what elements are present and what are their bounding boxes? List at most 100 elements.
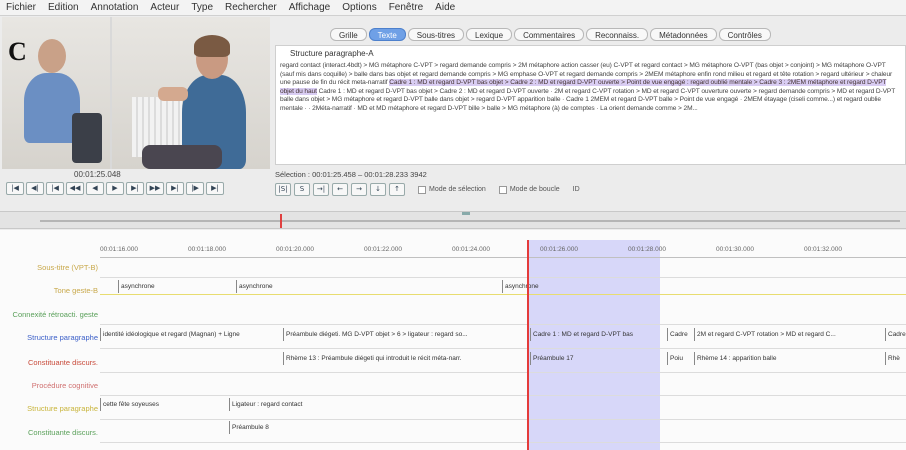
transport-button-1[interactable]: |◀ — [6, 182, 24, 195]
selection-controls: |S| S →| ← → ↓ ↑ Mode de sélection Mode … — [275, 183, 580, 196]
timeline-overview[interactable] — [0, 211, 906, 229]
menu-annotation[interactable]: Annotation — [91, 2, 139, 13]
annotation-constituante[interactable]: Rhè — [885, 352, 906, 365]
panel-letter: C — [8, 37, 27, 66]
mode-boucle-checkbox[interactable]: Mode de boucle — [498, 185, 560, 194]
timeline-panel[interactable]: 00:01:16.000 00:01:18.000 00:01:20.000 0… — [0, 230, 906, 450]
sel-button-6[interactable]: ↓ — [370, 183, 386, 196]
ruler-tick: 00:01:22.000 — [364, 246, 402, 253]
menu-options[interactable]: Options — [342, 2, 376, 13]
video-timecode: 00:01:25.048 — [74, 170, 121, 179]
annotation-tone[interactable]: asynchrone — [502, 280, 602, 293]
overview-track — [40, 220, 900, 222]
annotation-constituante[interactable]: Rhème 14 : apparition balle — [694, 352, 884, 365]
annotation-constituante[interactable]: Poiu — [667, 352, 693, 365]
sel-button-1[interactable]: |S| — [275, 183, 291, 196]
ruler-tick: 00:01:20.000 — [276, 246, 314, 253]
ruler-tick: 00:01:16.000 — [100, 246, 138, 253]
tab-metadonnees[interactable]: Métadonnées — [650, 28, 717, 41]
tier-row-line — [100, 442, 906, 443]
ruler-tick: 00:01:24.000 — [452, 246, 490, 253]
tier-label-tone[interactable]: Tone geste-B — [2, 286, 98, 295]
sel-button-4[interactable]: ← — [332, 183, 348, 196]
tier-row-line — [100, 324, 906, 325]
tab-lexique[interactable]: Lexique — [466, 28, 513, 41]
tier-label-structure-2[interactable]: Structure paragraphe — [2, 404, 98, 413]
tier-label-procedure[interactable]: Procédure cognitive — [2, 381, 98, 390]
tier-row-line — [100, 277, 906, 278]
overview-cursor[interactable] — [280, 214, 282, 228]
speaker-right-legs — [142, 145, 222, 169]
playhead-cursor[interactable] — [527, 240, 529, 450]
annotation-constituante[interactable]: Rhème 13 : Préambule diégeti qui introdu… — [283, 352, 529, 365]
tier-row-line — [100, 419, 906, 420]
overview-splitter-handle[interactable] — [462, 212, 470, 215]
tab-reconnaissance[interactable]: Reconnaiss. — [586, 28, 649, 41]
sel-button-3[interactable]: →| — [313, 183, 329, 196]
video-viewer[interactable]: C — [2, 17, 270, 169]
tier-label-structure[interactable]: Structure paragraphe — [2, 333, 98, 342]
transport-button-3[interactable]: |◀ — [46, 182, 64, 195]
transport-button-11[interactable]: ▶| — [206, 182, 224, 195]
transport-button-8[interactable]: ▶▶ — [146, 182, 164, 195]
text-view-panel[interactable]: Structure paragraphe-A regard contact (i… — [275, 45, 906, 165]
ruler-tick: 00:01:30.000 — [716, 246, 754, 253]
annotation-constituante[interactable]: Préambule 17 — [530, 352, 666, 365]
annotation-structure[interactable]: Cadre — [885, 328, 906, 341]
transport-button-5[interactable]: ◀ — [86, 182, 104, 195]
transport-button-4[interactable]: ◀◀ — [66, 182, 84, 195]
annotation-constituante-2[interactable]: Préambule 8 — [229, 421, 349, 434]
selection-info: Sélection : 00:01:25.458 – 00:01:28.233 … — [275, 170, 427, 179]
time-ruler[interactable]: 00:01:16.000 00:01:18.000 00:01:20.000 0… — [100, 242, 906, 258]
tab-texte[interactable]: Texte — [368, 28, 406, 41]
annotation-tone[interactable]: asynchrone — [236, 280, 496, 293]
tab-grille[interactable]: Grille — [330, 28, 367, 41]
speaker-left-head — [38, 39, 66, 73]
video-frame-right — [112, 17, 270, 169]
menu-acteur[interactable]: Acteur — [150, 2, 179, 13]
menu-aide[interactable]: Aide — [435, 2, 455, 13]
ruler-tick: 00:01:32.000 — [804, 246, 842, 253]
ruler-tick: 00:01:28.000 — [628, 246, 666, 253]
tier-label-constituante[interactable]: Constituante discurs. — [2, 358, 98, 367]
ruler-tick: 00:01:26.000 — [540, 246, 578, 253]
mode-selection-label: Mode de sélection — [429, 186, 486, 193]
menu-fichier[interactable]: Fichier — [6, 2, 36, 13]
tab-commentaires[interactable]: Commentaires — [514, 28, 585, 41]
mode-boucle-label: Mode de boucle — [509, 186, 560, 193]
annotation-structure[interactable]: 2M et regard C-VPT rotation > MD et rega… — [694, 328, 884, 341]
view-tabs: Grille Texte Sous-titres Lexique Comment… — [330, 28, 771, 41]
sel-button-5[interactable]: → — [351, 183, 367, 196]
checkbox-icon — [498, 185, 507, 194]
tier-label-sous-titre[interactable]: Sous-titre (VPT-B) — [2, 263, 98, 272]
annotation-structure[interactable]: Préambule diégeti. MG D-VPT objet > 6 > … — [283, 328, 529, 341]
menu-edition[interactable]: Edition — [48, 2, 79, 13]
transport-button-7[interactable]: ▶| — [126, 182, 144, 195]
sel-button-7[interactable]: ↑ — [389, 183, 405, 196]
transport-button-10[interactable]: |▶ — [186, 182, 204, 195]
annotation-structure-2[interactable]: cette fête soyeuses — [100, 398, 228, 411]
transport-button-2[interactable]: ◀| — [26, 182, 44, 195]
speaker-right-hands — [158, 87, 188, 101]
tier-row-line — [100, 395, 906, 396]
menu-type[interactable]: Type — [191, 2, 213, 13]
annotation-structure-2[interactable]: Ligateur : regard contact — [229, 398, 429, 411]
annotation-structure[interactable]: Cadre 1 : MD et regard D-VPT bas — [530, 328, 666, 341]
annotation-tone[interactable]: asynchrone — [118, 280, 228, 293]
tier-label-constituante-2[interactable]: Constituante discurs. — [2, 428, 98, 437]
mode-selection-checkbox[interactable]: Mode de sélection — [418, 185, 486, 194]
sel-button-2[interactable]: S — [294, 183, 310, 196]
menu-affichage[interactable]: Affichage — [289, 2, 331, 13]
annotation-structure[interactable]: Cadre — [667, 328, 693, 341]
tab-sous-titres[interactable]: Sous-titres — [407, 28, 465, 41]
annotation-structure[interactable]: identité idéologique et regard (Magnan) … — [100, 328, 282, 341]
transport-button-9[interactable]: ▶| — [166, 182, 184, 195]
tier-label-connexite[interactable]: Connexité rétroacti. geste — [2, 310, 98, 319]
play-button[interactable]: ▶ — [106, 182, 124, 195]
tab-controles[interactable]: Contrôles — [718, 28, 771, 41]
text-content: regard contact (interact.4bdt) > MG méta… — [280, 62, 901, 114]
text-tier-title[interactable]: Structure paragraphe-A — [290, 49, 901, 58]
menu-rechercher[interactable]: Rechercher — [225, 2, 277, 13]
menu-fenetre[interactable]: Fenêtre — [389, 2, 423, 13]
checkbox-icon — [418, 185, 426, 194]
